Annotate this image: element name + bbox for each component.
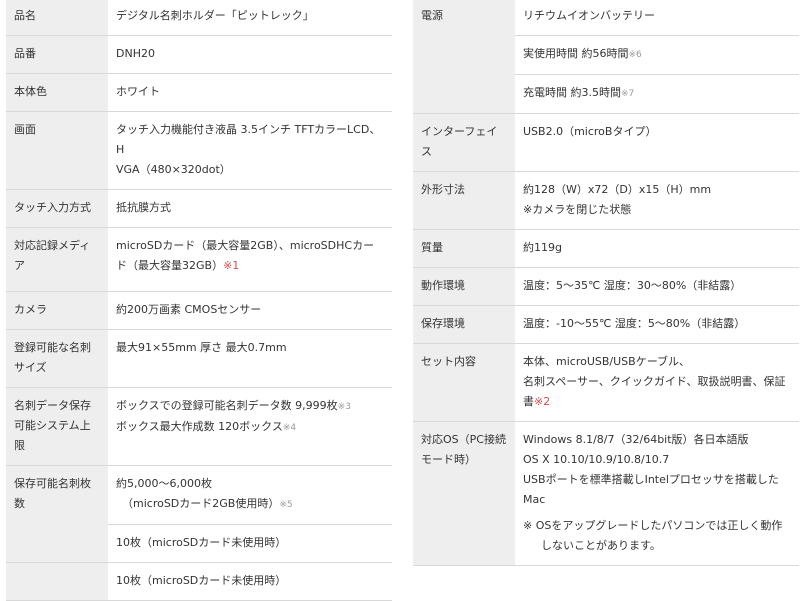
spec-row: 動作環境 温度：5～35℃ 湿度：30～80%（非結露）: [413, 267, 799, 306]
spec-label: タッチ入力方式: [6, 189, 108, 228]
value-line: USBポートを標準搭載しIntelプロセッサを搭載したMac: [523, 473, 779, 506]
value-line: ボックスでの登録可能名刺データ数 9,999枚: [116, 399, 338, 412]
spec-row: 外形寸法 約128（W）x72（D）x15（H）mm ※カメラを閉じた状態: [413, 171, 799, 230]
spec-row: カメラ 約200万画素 CMOSセンサー: [6, 291, 392, 330]
spec-value: 約200万画素 CMOSセンサー: [108, 291, 392, 330]
spec-label: 保存可能名刺枚数: [6, 465, 108, 563]
spec-value: タッチ入力機能付き液晶 3.5インチ TFTカラーLCD、H VGA（480×3…: [108, 111, 392, 190]
spec-label: 対応OS（PC接続モード時）: [413, 421, 515, 566]
spec-value: 10枚（microSDカード未使用時）: [108, 524, 392, 563]
spec-value: DNH20: [108, 35, 392, 74]
spec-table-right: 電源 リチウムイオンバッテリー 実使用時間 約56時間※6 充電時間 約3.5時…: [413, 0, 799, 566]
spec-value: 約5,000～6,000枚 （microSDカード2GB使用時）※5: [108, 465, 392, 525]
footnote-mark: ※6: [628, 50, 642, 60]
spec-label: 動作環境: [413, 267, 515, 306]
spec-label: 質量: [413, 229, 515, 268]
spec-value: microSDカード（最大容量2GB）、microSDHCカー ド（最大容量32…: [108, 227, 392, 292]
spec-label: インターフェイス: [413, 113, 515, 172]
spec-label: 対応記録メディア: [6, 227, 108, 292]
spec-row: 保存可能名刺枚数 約5,000～6,000枚 （microSDカード2GB使用時…: [6, 465, 392, 563]
os-note: ※ OSをアップグレードしたパソコンでは正しく動作しないことがあります。: [523, 519, 783, 552]
spec-value: ボックスでの登録可能名刺データ数 9,999枚※3 ボックス最大作成数 120ボ…: [108, 387, 392, 466]
spec-label: 画面: [6, 111, 108, 190]
spec-value: ホワイト: [108, 73, 392, 112]
spec-label: 品名: [6, 0, 108, 36]
spec-label: [6, 562, 108, 601]
spec-row: 画面 タッチ入力機能付き液晶 3.5インチ TFTカラーLCD、H VGA（48…: [6, 111, 392, 190]
spec-value: Windows 8.1/8/7（32/64bit版）各日本語版 OS X 10.…: [515, 421, 799, 566]
spec-row: 質量 約119g: [413, 229, 799, 268]
value-line: OS X 10.10/10.9/10.8/10.7: [523, 453, 670, 466]
value-line: microSDカード（最大容量2GB）、microSDHCカー: [116, 239, 375, 252]
value-line: 本体、microUSB/USBケーブル、: [523, 355, 691, 368]
spec-row: 登録可能な名刺サイズ 最大91×55mm 厚さ 最大0.7mm: [6, 329, 392, 388]
spec-row: インターフェイス USB2.0（microBタイプ）: [413, 113, 799, 172]
spec-row: 品名 デジタル名刺ホルダー「ピットレック」: [6, 0, 392, 36]
spec-row: 保存環境 温度：-10～55℃ 湿度：5～80%（非結露）: [413, 305, 799, 344]
spec-table-left: 品名 デジタル名刺ホルダー「ピットレック」 品番 DNH20 本体色 ホワイト …: [6, 0, 392, 601]
value-line: 充電時間 約3.5時間: [523, 86, 621, 99]
value-line: タッチ入力機能付き液晶 3.5インチ TFTカラーLCD、H: [116, 123, 381, 156]
footnote-mark: ※5: [279, 500, 293, 510]
spec-value: 最大91×55mm 厚さ 最大0.7mm: [108, 329, 392, 388]
spec-label: 本体色: [6, 73, 108, 112]
spec-label: 外形寸法: [413, 171, 515, 230]
spec-row: 10枚（microSDカード未使用時）: [6, 562, 392, 601]
value-line: 約128（W）x72（D）x15（H）mm: [523, 183, 712, 196]
spec-row: タッチ入力方式 抵抗膜方式: [6, 189, 392, 228]
value-line: ド（最大容量32GB）: [116, 259, 224, 272]
spec-label: 品番: [6, 35, 108, 74]
value-line: ※カメラを閉じた状態: [523, 203, 632, 216]
footnote-mark: ※7: [621, 89, 635, 99]
spec-value: 約128（W）x72（D）x15（H）mm ※カメラを閉じた状態: [515, 171, 799, 230]
value-line: Windows 8.1/8/7（32/64bit版）各日本語版: [523, 433, 749, 446]
spec-value: 本体、microUSB/USBケーブル、 名刺スペーサー、クイックガイド、取扱説…: [515, 343, 799, 422]
spec-value: USB2.0（microBタイプ）: [515, 113, 799, 172]
footnote-mark: ※1: [223, 259, 240, 272]
spec-value: 温度：-10～55℃ 湿度：5～80%（非結露）: [515, 305, 799, 344]
spec-row: 電源 リチウムイオンバッテリー: [413, 0, 799, 114]
spec-label: カメラ: [6, 291, 108, 330]
spec-row: 対応記録メディア microSDカード（最大容量2GB）、microSDHCカー…: [6, 227, 392, 292]
spec-row: 品番 DNH20: [6, 35, 392, 74]
spec-value: 実使用時間 約56時間※6: [515, 35, 799, 75]
spec-label: 登録可能な名刺サイズ: [6, 329, 108, 388]
value-line: VGA（480×320dot）: [116, 163, 231, 176]
spec-row: セット内容 本体、microUSB/USBケーブル、 名刺スペーサー、クイックガ…: [413, 343, 799, 422]
spec-value: 充電時間 約3.5時間※7: [515, 74, 799, 114]
spec-value: 抵抗膜方式: [108, 189, 392, 228]
spec-value: デジタル名刺ホルダー「ピットレック」: [108, 0, 392, 36]
spec-row: 本体色 ホワイト: [6, 73, 392, 112]
spec-value: リチウムイオンバッテリー: [515, 0, 799, 36]
value-line: 約5,000～6,000枚: [116, 477, 212, 490]
value-line: 実使用時間 約56時間: [523, 47, 629, 60]
value-line: 書: [523, 395, 534, 408]
spec-label: 名刺データ保存可能システム上限: [6, 387, 108, 466]
value-line: 名刺スペーサー、クイックガイド、取扱説明書、保証: [523, 375, 786, 388]
spec-label: セット内容: [413, 343, 515, 422]
spec-value: 10枚（microSDカード未使用時）: [108, 562, 392, 601]
value-line: ボックス最大作成数 120ボックス: [116, 420, 283, 433]
spec-value: 温度：5～35℃ 湿度：30～80%（非結露）: [515, 267, 799, 306]
value-line: （microSDカード2GB使用時）: [122, 497, 280, 510]
spec-row: 名刺データ保存可能システム上限 ボックスでの登録可能名刺データ数 9,999枚※…: [6, 387, 392, 466]
footnote-mark: ※3: [337, 402, 351, 412]
spec-label: 電源: [413, 0, 515, 114]
spec-label: 保存環境: [413, 305, 515, 344]
footnote-mark: ※2: [534, 395, 551, 408]
footnote-mark: ※4: [282, 423, 297, 433]
spec-value: 約119g: [515, 229, 799, 268]
spec-row: 対応OS（PC接続モード時） Windows 8.1/8/7（32/64bit版…: [413, 421, 799, 566]
